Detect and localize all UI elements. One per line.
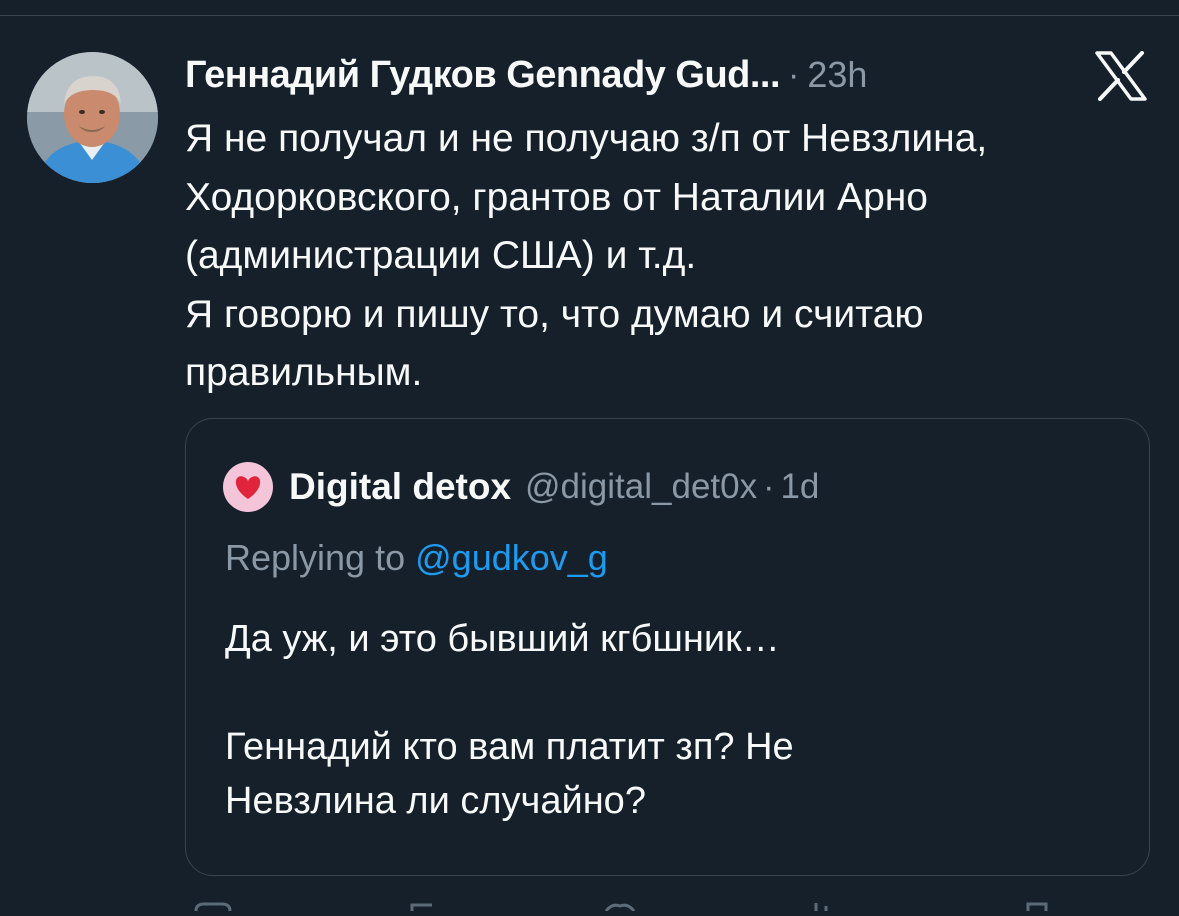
- quoted-meta-separator: ·: [763, 467, 775, 506]
- quoted-tweet-text: Да уж, и это бывший кгбшник… Геннадий кт…: [225, 618, 794, 822]
- quoted-tweet-header: Digital detox @digital_det0x · 1d: [223, 461, 819, 513]
- action-bar-partial: [0, 895, 1179, 912]
- avatar-photo-icon: [27, 52, 158, 183]
- quoted-author-handle[interactable]: @digital_det0x: [525, 467, 757, 507]
- replying-to-label: Replying to: [225, 537, 406, 578]
- tweet-text: Я не получал и не получаю з/п от Невзлин…: [185, 117, 988, 394]
- quoted-tweet-card[interactable]: Digital detox @digital_det0x · 1d Replyi…: [185, 418, 1150, 876]
- replying-to-link[interactable]: @gudkov_g: [415, 537, 608, 578]
- author-avatar[interactable]: [27, 52, 158, 183]
- x-logo-icon: [1094, 51, 1148, 101]
- meta-separator: ·: [788, 55, 800, 94]
- quoted-author-avatar[interactable]: [223, 462, 273, 512]
- top-divider: [0, 15, 1179, 16]
- author-name[interactable]: Геннадий Гудков Gennady Gud...: [185, 54, 781, 97]
- tweet-header: Геннадий Гудков Gennady Gud... · 23h: [185, 50, 867, 100]
- heart-icon: [235, 475, 261, 499]
- quoted-author-name[interactable]: Digital detox: [289, 466, 511, 508]
- quoted-tweet-timestamp[interactable]: 1d: [780, 467, 819, 507]
- replying-to-line: Replying to @gudkov_g: [225, 537, 608, 579]
- tweet-timestamp[interactable]: 23h: [807, 54, 867, 96]
